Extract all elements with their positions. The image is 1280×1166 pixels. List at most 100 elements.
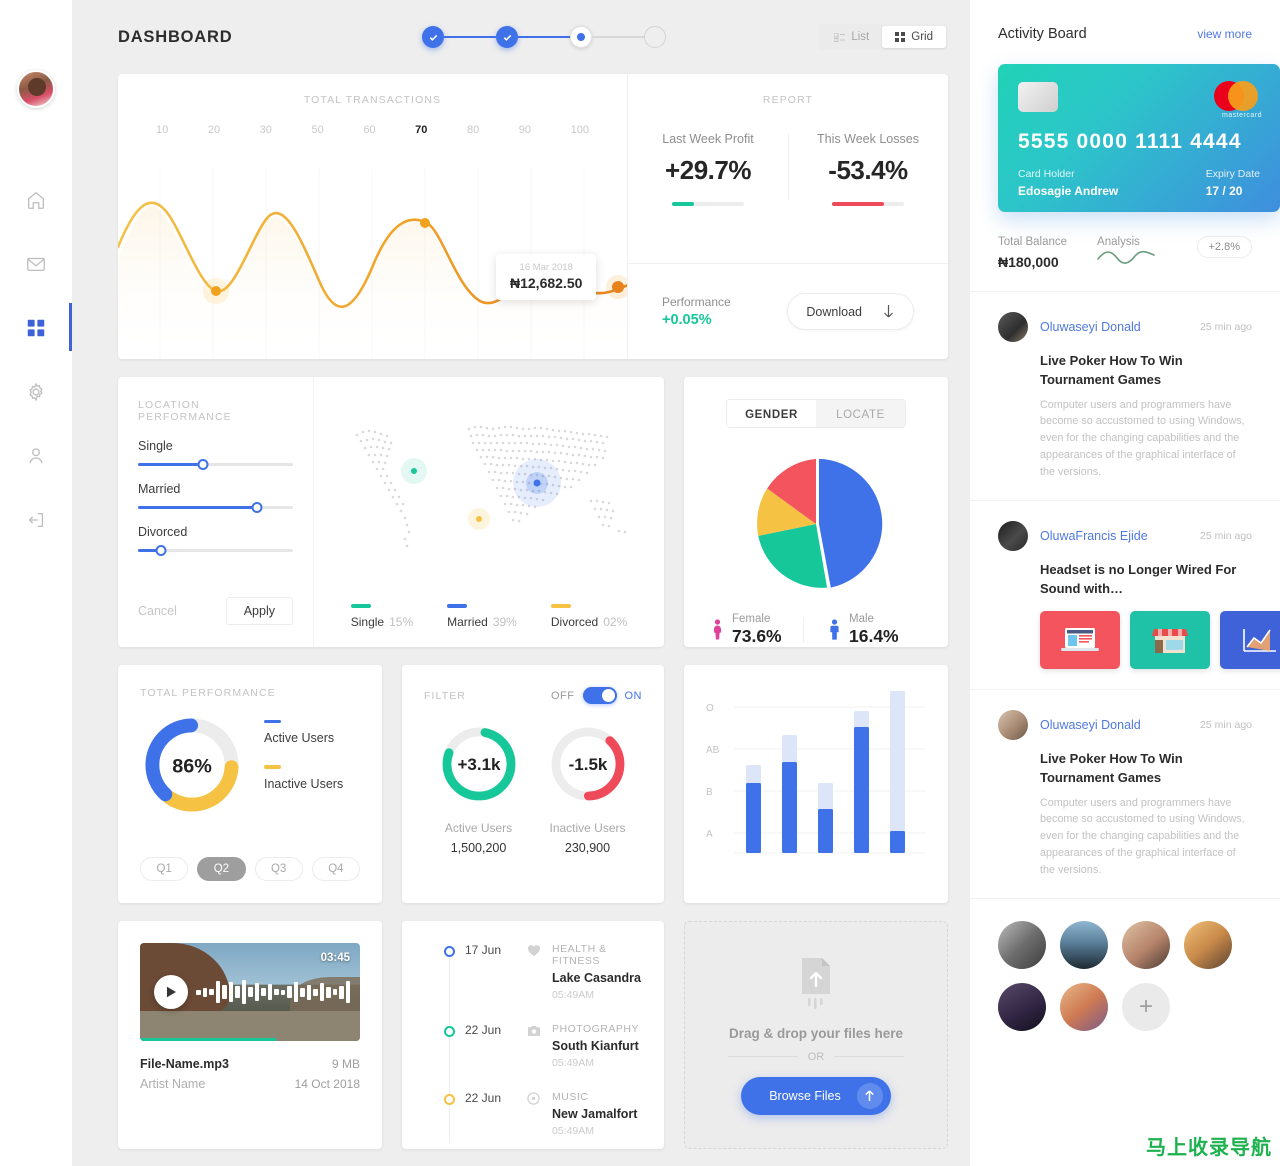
download-label: Download [806,304,862,319]
feed-time: 25 min ago [1200,530,1252,543]
person-avatar[interactable] [1122,921,1170,970]
legend-label: Divorced [550,615,599,629]
female-stat: Female 73.6% [712,613,803,647]
legend-swatch [350,604,371,608]
thumbnail-laptop[interactable] [1040,611,1120,670]
feed-author[interactable]: Oluwaseyi Donald [1040,718,1141,732]
quarter-q2[interactable]: Q2 [197,857,246,881]
sidebar-item-settings[interactable] [0,375,72,409]
sidebar-item-profile[interactable] [0,439,72,473]
avatar[interactable] [17,70,55,108]
legend-text: Married 39% [447,615,517,629]
analysis-badge: +2.8% [1196,236,1252,258]
loss-value: -53.4% [828,155,908,185]
legend-swatch [447,604,468,608]
cancel-button[interactable]: Cancel [138,604,177,618]
step-line-1 [444,36,497,38]
feed-title: Headset is no Longer Wired For Sound wit… [1040,562,1237,597]
dashboard-app: DASHBOARD List Grid TOTAL TRANSACTIONS 1… [0,0,1280,1166]
card-expiry-value: 17 / 20 [1205,184,1243,198]
store-icon [1152,629,1188,654]
add-person-button[interactable]: + [1122,983,1170,1032]
female-value: 73.6% [732,626,782,646]
sidebar-item-dashboard[interactable] [0,303,72,351]
person-avatar[interactable] [1184,921,1232,970]
world-map[interactable] [314,391,664,581]
male-icon [830,619,839,640]
credit-card[interactable]: mastercard 5555 0000 1111 4444 Card Hold… [998,64,1280,212]
media-thumbnail[interactable]: 03:45 [140,943,360,1041]
slider-knob[interactable] [251,502,263,513]
progress-bar[interactable] [140,1038,277,1041]
thumbnail-store[interactable] [1130,611,1210,670]
legend-text: Single 15% [351,615,413,629]
grid-small-icon [895,32,906,42]
timeline-item[interactable]: 17 Jun HEALTH & FITNESS Lake Casandra 05… [422,943,644,1001]
slider-track[interactable] [138,459,293,470]
total-performance-card: TOTAL PERFORMANCE 86% Active Users Inact… [118,665,382,903]
tab-locate[interactable]: LOCATE [816,400,905,427]
upload-file-icon [802,957,830,1009]
quarter-q1[interactable]: Q1 [140,857,189,881]
file-dropzone[interactable]: Drag & drop your files here OR Browse Fi… [684,921,948,1149]
person-avatar[interactable] [998,921,1046,970]
filter-toggle[interactable] [582,687,617,704]
download-button[interactable]: Download [787,293,914,330]
download-arrow-icon [884,305,893,318]
file-size: 9 MB [331,1057,360,1071]
timeline-item[interactable]: 22 Jun PHOTOGRAPHY South Kianfurt 05:49A… [422,1023,644,1069]
analysis-label: Analysis [1097,236,1140,248]
person-avatar[interactable] [1060,921,1108,970]
report-top: REPORT Last Week Profit +29.7% This Week… [628,74,948,263]
slider-knob[interactable] [155,545,167,556]
view-grid-button[interactable]: Grid [882,26,946,48]
tab-gender[interactable]: GENDER [727,400,816,427]
feed-title: Live Poker How To Win Tournament Games [1040,353,1183,387]
quarter-q3[interactable]: Q3 [254,857,303,881]
slider-track[interactable] [138,545,293,556]
step-4-pending[interactable] [644,26,667,48]
view-more-link[interactable]: view more [1197,27,1252,41]
timeline-item[interactable]: 22 Jun MUSIC New Jamalfort 05:49AM [422,1091,644,1137]
sidebar-item-home[interactable] [0,183,72,217]
slider-track[interactable] [138,502,293,513]
gear-icon [29,382,43,402]
thumbnail-chart[interactable] [1220,611,1280,670]
legend-single: Single 15% [350,604,413,629]
artist-name: Artist Name [140,1077,206,1091]
play-button[interactable] [154,975,188,1009]
browse-files-button[interactable]: Browse Files [741,1076,891,1115]
timeline-dot [444,1094,455,1105]
apply-button[interactable]: Apply [225,597,293,625]
step-3-current[interactable] [570,26,593,48]
step-1-complete[interactable] [422,26,445,48]
play-icon [166,986,176,998]
performance-donut-row: 86% Active Users Inactive Users [140,713,360,817]
mail-icon [27,257,45,272]
music-icon [527,1092,542,1137]
timeline-time: 05:49AM [552,1057,595,1069]
view-list-button[interactable]: List [821,26,882,48]
x-tick: 30 [259,124,272,136]
person-avatar[interactable] [1060,983,1108,1032]
step-2-complete[interactable] [496,26,519,48]
feed-body: Computer users and programmers have beco… [1040,398,1245,478]
progress-stepper [422,26,667,48]
slider-married: Married [138,482,293,513]
activity-feed-item[interactable]: Oluwaseyi Donald 25 min ago Live Poker H… [970,292,1280,502]
male-stat: Male 16.4% [803,613,920,647]
sidebar-item-logout[interactable] [0,503,72,537]
quarter-q4[interactable]: Q4 [311,857,360,881]
sidebar-item-messages[interactable] [0,247,72,281]
person-avatar[interactable] [998,983,1046,1032]
feed-author[interactable]: OluwaFrancis Ejide [1040,529,1148,543]
activity-feed-item[interactable]: OluwaFrancis Ejide 25 min ago Headset is… [970,501,1280,691]
male-value: 16.4% [849,626,899,646]
y-tick-b: B [706,787,713,798]
slider-label: Married [138,482,181,496]
activity-feed-item[interactable]: Oluwaseyi Donald 25 min ago Live Poker H… [970,690,1280,900]
slider-knob[interactable] [197,459,209,470]
feed-header: OluwaFrancis Ejide 25 min ago [998,521,1252,552]
feed-author[interactable]: Oluwaseyi Donald [1040,320,1141,334]
timeline-place: South Kianfurt [552,1039,639,1053]
